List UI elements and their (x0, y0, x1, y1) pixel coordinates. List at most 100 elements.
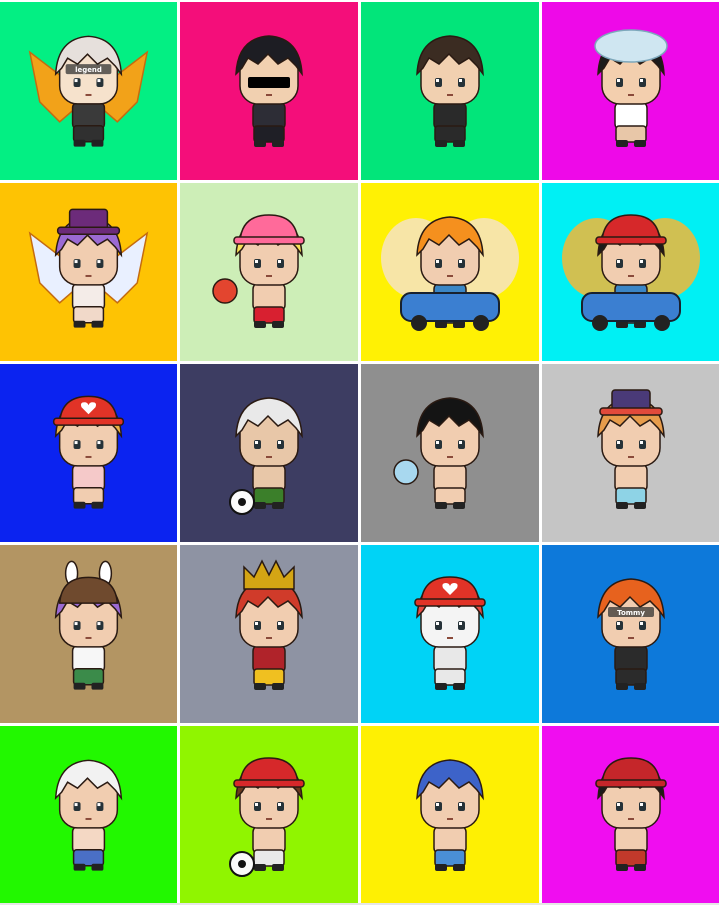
avatar-shoe (453, 140, 465, 147)
avatar-tile-19[interactable] (361, 726, 539, 904)
avatar-sprite (562, 214, 700, 331)
avatar-shoe (91, 320, 104, 328)
avatar-legs (615, 487, 647, 505)
avatar-shoe (435, 321, 447, 328)
avatar-legs (253, 487, 285, 505)
avatar-shoe (91, 501, 104, 509)
avatar-mouth (85, 636, 92, 639)
avatar-shoe (272, 140, 284, 147)
avatar-shoe (453, 321, 465, 328)
avatar-tile-15[interactable] (361, 545, 539, 723)
cap-brim (233, 236, 305, 245)
avatar-legs (434, 668, 466, 686)
avatar-legs (72, 125, 105, 143)
avatar-shoe (616, 321, 628, 328)
avatar-shoe (634, 140, 646, 147)
avatar-sprite (229, 397, 303, 515)
avatar-shoe (73, 139, 86, 147)
avatar-mouth (447, 94, 453, 96)
avatar-tile-8[interactable] (542, 183, 719, 361)
car-wheel (473, 315, 489, 331)
avatar-shoe (73, 682, 86, 690)
avatar-tile-17[interactable] (0, 726, 177, 904)
avatar-legs (253, 306, 285, 324)
avatar-shoe (435, 502, 447, 509)
avatar-tile-12[interactable] (542, 364, 719, 542)
avatar-mouth (628, 637, 634, 639)
hat-brim (599, 407, 663, 416)
avatar-sprite (416, 35, 484, 147)
cap-brim (595, 779, 667, 788)
avatar-shoe (453, 864, 465, 871)
avatar-shoe (91, 682, 104, 690)
avatar-tile-7[interactable] (361, 183, 539, 361)
avatar-sprite (393, 397, 484, 509)
avatar-tile-14[interactable] (180, 545, 358, 723)
avatar-tile-13[interactable] (0, 545, 177, 723)
avatar-tile-1[interactable]: legend (0, 2, 177, 180)
avatar-shoe (91, 139, 104, 147)
avatar-mouth (266, 637, 272, 639)
avatar-sprite (54, 560, 123, 690)
avatar-tile-10[interactable] (180, 364, 358, 542)
cap-brim (233, 779, 305, 788)
avatar-mouth (85, 93, 92, 96)
avatar-sprite (54, 759, 123, 871)
avatar-sprite (28, 208, 149, 328)
avatar-legs (615, 849, 647, 867)
avatar-mouth (628, 456, 634, 458)
name-tag-text: legend (75, 66, 102, 74)
avatar-legs (253, 668, 285, 686)
name-tag-text: Tommy (617, 609, 645, 617)
avatar-shoe (254, 683, 266, 690)
avatar-mouth (447, 456, 453, 458)
avatar-shoe (634, 864, 646, 871)
avatar-mouth (628, 275, 634, 277)
avatar-mouth (266, 275, 272, 277)
avatar-tile-9[interactable] (0, 364, 177, 542)
avatar-legs (434, 849, 466, 867)
avatar-legs (615, 125, 647, 143)
avatar-shoe (73, 320, 86, 328)
avatar-shoe (254, 140, 266, 147)
avatar-shoe (91, 863, 104, 871)
avatar-tile-3[interactable] (361, 2, 539, 180)
cap-brim (52, 417, 125, 426)
avatar-legs (72, 849, 105, 867)
pinwheel (212, 278, 238, 304)
avatar-mouth (266, 456, 272, 458)
avatar-shoe (254, 321, 266, 328)
avatar-tile-6[interactable] (180, 183, 358, 361)
avatar-legs (72, 306, 105, 324)
pinwheel (393, 459, 419, 485)
avatar-sprite: Tommy (597, 578, 665, 690)
avatar-tile-18[interactable] (180, 726, 358, 904)
avatar-shoe (272, 321, 284, 328)
avatar-mouth (628, 94, 634, 96)
avatar-shoe (634, 683, 646, 690)
avatar-shoe (453, 683, 465, 690)
avatar-mouth (266, 94, 272, 96)
avatar-shoe (254, 864, 266, 871)
avatar-mouth (266, 818, 272, 820)
avatar-shoe (453, 502, 465, 509)
avatar-shoe (73, 863, 86, 871)
avatar-tile-5[interactable] (0, 183, 177, 361)
avatar-legs (253, 125, 285, 143)
avatar-tile-16[interactable]: Tommy (542, 545, 719, 723)
avatar-sprite (235, 35, 303, 147)
avatar-tile-11[interactable] (361, 364, 539, 542)
avatar-mouth (447, 637, 453, 639)
avatar-legs (615, 668, 647, 686)
avatar-grid: legend Tommy (0, 0, 719, 905)
avatar-sprite (414, 576, 486, 690)
avatar-tile-4[interactable] (542, 2, 719, 180)
avatar-sprite (229, 757, 305, 877)
avatar-mouth (85, 817, 92, 820)
avatar-tile-2[interactable] (180, 2, 358, 180)
avatar-shoe (435, 683, 447, 690)
avatar-sprite (597, 389, 665, 509)
avatar-shoe (73, 501, 86, 509)
avatar-shoe (272, 864, 284, 871)
avatar-tile-20[interactable] (542, 726, 719, 904)
